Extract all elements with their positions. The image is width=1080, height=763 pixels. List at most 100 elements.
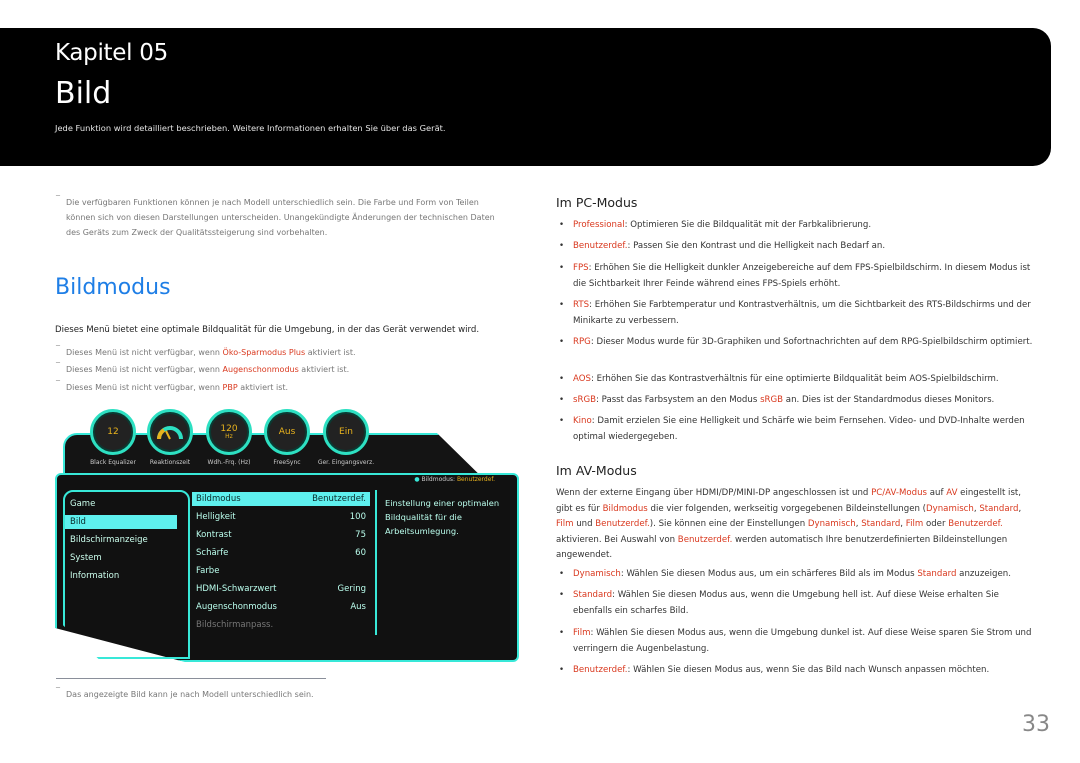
bullet-text: : Passt das Farbsystem an den Modus — [596, 395, 761, 405]
footnote-rule — [56, 678, 326, 679]
bullet-item: • Dynamisch: Wählen Sie diesen Modus aus,… — [556, 567, 1036, 583]
osd-knob: Ein — [323, 409, 369, 455]
note-dash-icon: ‾ — [56, 686, 60, 695]
bullet-icon: • — [559, 628, 565, 638]
para-highlight: Dynamisch — [926, 503, 974, 514]
osd-setting-row[interactable]: Augenschonmodus Aus — [192, 600, 370, 618]
bullet-icon: • — [559, 220, 565, 230]
bullet-item: • Kino: Damit erzielen Sie eine Helligkei… — [556, 414, 1036, 445]
osd-setting-row[interactable]: Farbe — [192, 564, 370, 582]
para-highlight: Standard — [861, 519, 901, 529]
bullet-text: : Dieser Modus wurde für 3D-Graphiken un… — [590, 337, 1033, 347]
section-intro: Dieses Menü bietet eine optimale Bildqua… — [55, 325, 480, 335]
av-mode-paragraph: Wenn der externe Eingang über HDMI/DP/MI… — [556, 486, 1031, 564]
page-number: 33 — [1022, 712, 1050, 737]
note-highlight: PBP — [222, 383, 238, 392]
bullet-term: Kino — [573, 416, 592, 426]
osd-menu-item[interactable]: Information — [65, 569, 177, 583]
bullet-icon: • — [559, 395, 565, 405]
osd-setting-row[interactable]: Bildschirmanpass. — [192, 618, 370, 636]
bullet-text: : Optimieren Sie die Bildqualität mit de… — [624, 220, 872, 230]
setting-label: Bildschirmanpass. — [196, 620, 274, 630]
bullet-term: Benutzerdef. — [573, 665, 628, 675]
bullet-icon: • — [559, 374, 565, 384]
bullet-term: RPG — [573, 337, 591, 347]
availability-note: ‾ Dieses Menü ist nicht verfügbar, wenn P… — [56, 379, 289, 395]
bullet-item: • FPS: Erhöhen Sie die Helligkeit dunkler… — [556, 261, 1036, 292]
bullet-text: : Wählen Sie diesen Modus aus, um ein sc… — [620, 569, 918, 579]
note-highlight: Augenschonmodus — [222, 365, 299, 374]
note-text: Dieses Menü ist nicht verfügbar, wenn — [66, 365, 223, 374]
bullet-icon: • — [559, 337, 565, 347]
para-highlight: Standard — [979, 503, 1019, 514]
bullet-item: • sRGB: Passt das Farbsystem an den Modus… — [556, 393, 1036, 409]
para-highlight: Dynamisch — [807, 519, 856, 529]
osd-setting-row[interactable]: Helligkeit 100 — [192, 510, 370, 528]
osd-illustration: 12 Black Equalizer Reaktionszeit 120 Hz Wdh.-… — [55, 405, 519, 662]
osd-menu-item[interactable]: Bildschirmanzeige — [65, 533, 177, 547]
bullet-term: Film — [573, 628, 591, 638]
bullet-item: • RTS: Erhöhen Sie Farbtemperatur und Kon… — [556, 298, 1036, 329]
para-text: aktivieren. Bei Auswahl von — [556, 534, 678, 545]
knob-value: Ein — [339, 427, 353, 437]
setting-value: 75 — [355, 530, 366, 540]
bullet-term: RTS — [573, 300, 590, 310]
osd-setting-row[interactable]: Schärfe 60 — [192, 546, 370, 564]
note-text: aktiviert ist. — [305, 348, 356, 357]
para-highlight: PC/AV-Modus — [871, 488, 928, 498]
setting-label: Helligkeit — [196, 512, 236, 522]
bullet-term: sRGB — [760, 395, 784, 405]
osd-menu-item[interactable]: System — [65, 551, 177, 565]
osd-knob: 12 — [90, 409, 136, 455]
note-text: aktiviert ist. — [298, 365, 350, 374]
bullet-term: FPS — [573, 263, 589, 273]
bullet-term: Professional — [573, 220, 625, 230]
bullet-term: Benutzerdef. — [573, 241, 628, 251]
osd-setting-row[interactable]: HDMI-Schwarzwert Gering — [192, 582, 370, 600]
bullet-term: Standard — [917, 569, 957, 579]
note-dash-icon: ‾ — [56, 344, 60, 353]
setting-label: Bildmodus — [196, 494, 241, 504]
setting-label: Augenschonmodus — [196, 602, 277, 612]
para-highlight: Benutzerdef. — [948, 519, 1003, 529]
para-text: ). Sie können eine der Einstellungen — [649, 519, 808, 529]
para-text: auf — [927, 488, 947, 498]
para-highlight: Film — [556, 519, 574, 529]
para-text: die vier folgenden, werkseitig vorgegebe… — [647, 503, 927, 514]
osd-setting-row[interactable]: Kontrast 75 — [192, 528, 370, 546]
osd-knob: Aus — [264, 409, 310, 455]
para-text: und — [573, 519, 596, 529]
setting-value: Benutzerdef. — [312, 494, 366, 504]
bullet-icon: • — [559, 263, 565, 273]
bullet-item: • Professional: Optimieren Sie die Bildqu… — [556, 218, 1036, 234]
bullet-text: an. Dies ist der Standardmodus dieses Mo… — [783, 395, 995, 405]
bullet-text: anzuzeigen. — [956, 569, 1011, 579]
bullet-item: • AOS: Erhöhen Sie das Kontrastverhältnis… — [556, 372, 1036, 388]
note-text: Dieses Menü ist nicht verfügbar, wenn — [66, 348, 223, 357]
note-dash-icon: ‾ — [56, 194, 60, 203]
setting-value: 100 — [349, 512, 366, 522]
para-highlight: Bildmodus — [602, 503, 648, 514]
note-text: aktiviert ist. — [237, 383, 289, 392]
para-highlight: Film — [905, 519, 924, 529]
bullet-term: AOS — [573, 374, 591, 384]
setting-label: Kontrast — [196, 530, 232, 540]
osd-setting-row[interactable]: Bildmodus Benutzerdef. — [192, 492, 370, 506]
note-text: Dieses Menü ist nicht verfügbar, wenn — [66, 383, 223, 392]
bullet-icon: • — [559, 590, 565, 600]
osd-menu-item[interactable]: Game — [65, 497, 177, 511]
bullet-text: : Erhöhen Sie Farbtemperatur und Kontras… — [573, 300, 1031, 326]
setting-value: 60 — [355, 548, 366, 558]
knob-unit: Hz — [225, 433, 233, 440]
setting-label: Schärfe — [196, 548, 229, 558]
availability-note: ‾ Dieses Menü ist nicht verfügbar, wenn Ö… — [56, 344, 356, 360]
bullet-item: • Benutzerdef.: Passen Sie den Kontrast u… — [556, 239, 1036, 255]
footnote: ‾ Das angezeigte Bild kann je nach Model… — [56, 686, 314, 702]
bullet-text: : Wählen Sie diesen Modus aus, wenn die … — [573, 590, 999, 616]
osd-menu-item[interactable]: Bild — [65, 515, 177, 529]
availability-note: ‾ Dieses Menü ist nicht verfügbar, wenn A… — [56, 361, 350, 377]
bullet-text: : Damit erzielen Sie eine Helligkeit und… — [573, 416, 1025, 442]
para-text: Wenn der externe Eingang über HDMI/DP/MI… — [556, 488, 872, 498]
bullet-term: Standard — [573, 590, 613, 600]
para-highlight: Benutzerdef. — [595, 519, 650, 529]
